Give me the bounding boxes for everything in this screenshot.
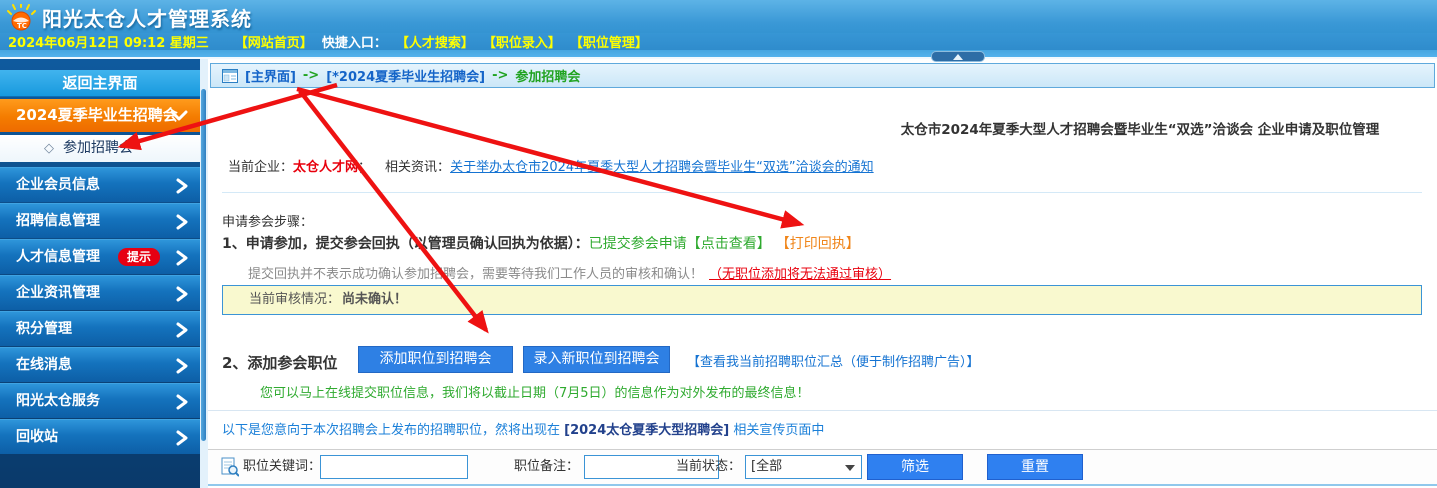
keyword-label: 职位关键词： — [243, 450, 321, 484]
step1-note: 提交回执并不表示成功确认参加招聘会，需要等待我们工作人员的审核和确认！（无职位添… — [248, 263, 891, 282]
app-title: 阳光太仓人才管理系统 — [42, 3, 252, 32]
sidebar-item-messages[interactable]: 在线消息 — [0, 347, 200, 382]
chevron-right-icon — [176, 358, 188, 374]
status-select-value: [全部 — [751, 459, 782, 474]
quick-link-talent-search[interactable]: 【人才搜索】 — [396, 32, 474, 51]
breadcrumb-current: 参加招聘会 — [515, 66, 580, 85]
quick-link-job-entry[interactable]: 【职位录入】 — [483, 32, 561, 51]
home-link[interactable]: 【网站首页】 — [235, 32, 313, 51]
back-to-main-button[interactable]: 返回主界面 — [0, 70, 200, 97]
sidebar-scrollbar[interactable] — [200, 59, 208, 488]
step2-note: 您可以马上在线提交职位信息，我们将以截止日期（7月5日）的信息作为对外发布的最终… — [260, 382, 810, 401]
steps-title: 申请参会步骤： — [222, 211, 313, 230]
status-label: 当前状态： — [676, 450, 741, 484]
position-summary-link[interactable]: 【查看我当前招聘职位汇总（便于制作招聘广告）】 — [687, 351, 980, 370]
logo-sun-icon: TC — [7, 4, 37, 31]
alert-badge: 提示 — [118, 248, 160, 266]
step1-label: 1、申请参加，提交参会回执（以管理员确认回执为依据）： — [222, 236, 589, 252]
sidebar-item-member-info[interactable]: 企业会员信息 — [0, 167, 200, 202]
collapse-handle[interactable] — [931, 51, 985, 62]
chevron-right-icon — [176, 322, 188, 338]
chevron-right-icon — [176, 214, 188, 230]
filter-button[interactable]: 筛选 — [867, 454, 963, 480]
step1-row: 1、申请参加，提交参会回执（以管理员确认回执为依据）：已提交参会申请【点击查看】… — [222, 233, 860, 253]
sidebar-item-talent-info[interactable]: 人才信息管理 提示 — [0, 239, 200, 274]
sidebar-group-label: 2024夏季毕业生招聘会 — [16, 106, 178, 124]
view-application-link[interactable]: 【点击查看】 — [687, 236, 771, 252]
sidebar: 返回主界面 2024夏季毕业生招聘会 ◇参加招聘会 企业会员信息 招聘信息管理 … — [0, 59, 200, 488]
scrollbar-thumb[interactable] — [201, 89, 206, 441]
page-title: 太仓市2024年夏季大型人才招聘会暨毕业生“双选”洽谈会 企业申请及职位管理 — [840, 118, 1437, 138]
company-label: 当前企业： — [228, 160, 293, 175]
chevron-right-icon — [176, 250, 188, 266]
audit-label: 当前审核情况： — [249, 292, 340, 307]
fair-name: [2024太仓夏季大型招聘会] — [564, 423, 729, 438]
chevron-down-icon — [170, 110, 188, 122]
sidebar-group-2024-job-fair[interactable]: 2024夏季毕业生招聘会 — [0, 99, 200, 132]
sidebar-item-label: 参加招聘会 — [63, 140, 133, 156]
search-doc-icon — [221, 457, 239, 477]
quick-link-job-manage[interactable]: 【职位管理】 — [570, 32, 648, 51]
reset-button[interactable]: 重置 — [987, 454, 1083, 480]
collapse-up-icon — [953, 54, 963, 60]
header-bar: TC 阳光太仓人才管理系统 — [0, 0, 1437, 33]
app-window: TC 阳光太仓人才管理系统 2024年06月12日 09:12 星期三 【网站首… — [0, 0, 1437, 488]
audit-status-box: 当前审核情况：尚未确认！ — [222, 285, 1422, 315]
header-bottom-band — [0, 50, 1437, 59]
step1-note-warning: （无职位添加将无法通过审核） — [709, 267, 891, 282]
breadcrumb: [主界面] -> [*2024夏季毕业生招聘会] -> 参加招聘会 — [210, 63, 1435, 88]
news-label: 相关资讯： — [385, 160, 450, 175]
sidebar-item-join-fair[interactable]: ◇ 参加招聘会 — [0, 135, 200, 162]
chevron-right-icon — [176, 394, 188, 410]
audit-status: 尚未确认！ — [342, 292, 407, 307]
divider — [222, 192, 1422, 193]
logo: TC 阳光太仓人才管理系统 — [7, 3, 252, 32]
chevron-right-icon — [176, 286, 188, 302]
sidebar-item-recruit-info[interactable]: 招聘信息管理 — [0, 203, 200, 238]
step1-status: 已提交参会申请 — [589, 236, 687, 252]
company-name: 太仓人才网 — [293, 160, 358, 175]
diamond-bullet-icon: ◇ — [44, 141, 54, 156]
main-content: [主界面] -> [*2024夏季毕业生招聘会] -> 参加招聘会 太仓市202… — [208, 59, 1437, 488]
window-grid-icon — [222, 69, 238, 83]
header-links-bar: 2024年06月12日 09:12 星期三 【网站首页】 快捷入口： 【人才搜索… — [0, 33, 1437, 50]
add-position-button[interactable]: 添加职位到招聘会 — [358, 346, 513, 373]
news-link[interactable]: 关于举办太仓市2024年夏季大型人才招聘会暨毕业生“双选”洽谈会的通知 — [450, 160, 874, 175]
company-row: 当前企业：太仓人才网；相关资讯：关于举办太仓市2024年夏季大型人才招聘会暨毕业… — [228, 156, 874, 175]
quick-entry-label: 快捷入口： — [322, 32, 387, 51]
remark-label: 职位备注： — [514, 450, 579, 484]
chevron-right-icon — [176, 178, 188, 194]
breadcrumb-arrow: -> — [303, 68, 319, 83]
divider — [208, 410, 1437, 411]
sidebar-item-recycle-bin[interactable]: 回收站 — [0, 419, 200, 454]
sidebar-item-points[interactable]: 积分管理 — [0, 311, 200, 346]
positions-note: 以下是您意向于本次招聘会上发布的招聘职位，然将出现在 [2024太仓夏季大型招聘… — [222, 419, 824, 438]
datetime: 2024年06月12日 09:12 星期三 — [8, 32, 209, 51]
sidebar-item-company-news[interactable]: 企业资讯管理 — [0, 275, 200, 310]
print-receipt-link[interactable]: 【打印回执】 — [783, 236, 860, 252]
filter-bar: 职位关键词： 职位备注： 当前状态： [全部 筛选 重置 — [208, 449, 1437, 486]
new-position-button[interactable]: 录入新职位到招聘会 — [523, 346, 670, 373]
keyword-input[interactable] — [320, 455, 468, 479]
step2-label: 2、添加参会职位 — [222, 352, 337, 373]
breadcrumb-fair[interactable]: [*2024夏季毕业生招聘会] — [326, 66, 485, 85]
status-select[interactable]: [全部 — [745, 455, 862, 479]
breadcrumb-arrow: -> — [492, 68, 508, 83]
chevron-right-icon — [176, 430, 188, 446]
chevron-down-icon — [845, 465, 855, 471]
svg-text:TC: TC — [17, 22, 27, 30]
sidebar-item-services[interactable]: 阳光太仓服务 — [0, 383, 200, 418]
breadcrumb-main[interactable]: [主界面] — [245, 66, 296, 85]
